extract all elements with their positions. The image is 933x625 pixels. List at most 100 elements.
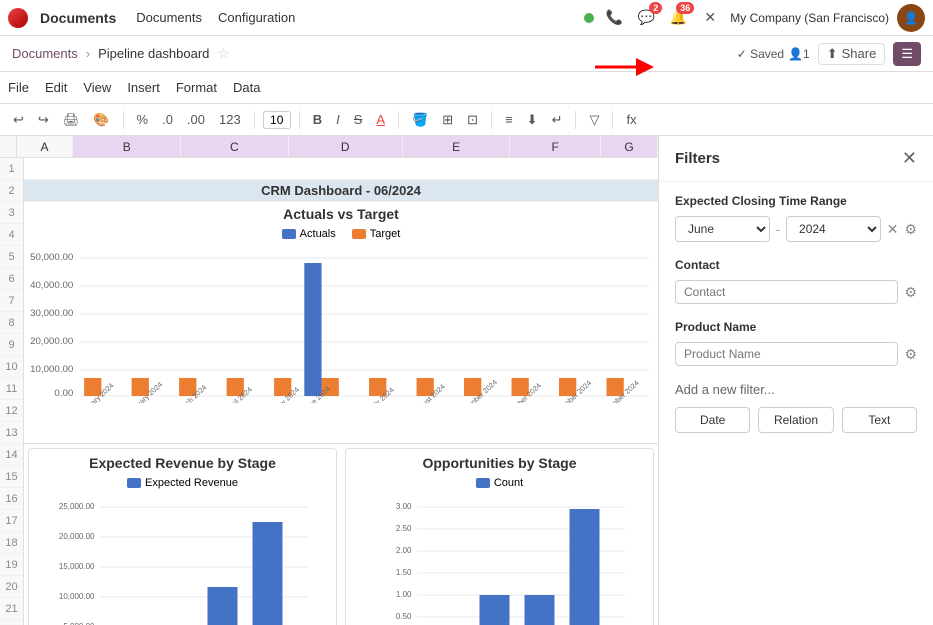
row-number-21: 21 <box>0 598 23 620</box>
dot0-button[interactable]: .0 <box>157 109 178 130</box>
actuals-vs-target-title: Actuals vs Target <box>28 206 654 222</box>
bold-button[interactable]: B <box>308 109 327 130</box>
formula-button[interactable]: fx <box>621 109 641 130</box>
filter-button[interactable]: ▽ <box>584 109 604 131</box>
share-button[interactable]: ⬆ Share <box>818 43 886 65</box>
legend-target: Target <box>352 228 401 240</box>
phone-icon[interactable]: 📞 <box>602 6 626 30</box>
opps-by-stage-chart: Opportunities by Stage Count 3.00 2.50 <box>345 448 654 625</box>
svg-text:10,000.00: 10,000.00 <box>30 364 73 374</box>
filter-product-row: ⚙ <box>675 342 917 366</box>
nav-configuration[interactable]: Configuration <box>218 10 295 25</box>
col-header-b[interactable]: B <box>73 136 181 158</box>
filters-title: Filters <box>675 150 720 167</box>
borders-button[interactable]: ⊞ <box>437 109 458 131</box>
close-icon[interactable]: ✕ <box>698 6 722 30</box>
row-number-13: 13 <box>0 422 23 444</box>
menu-format[interactable]: Format <box>176 80 217 95</box>
toolbar: ↩ ↪ 🖨 🎨 % .0 .00 123 B I S A 🪣 ⊞ ⊡ ≡ ⬇ ↵… <box>0 104 933 136</box>
text-filter-type-button[interactable]: Text <box>842 407 917 433</box>
svg-text:2.50: 2.50 <box>396 524 412 533</box>
filters-header: Filters ✕ <box>659 136 933 182</box>
row-number-12: 12 <box>0 400 23 422</box>
col-header-e[interactable]: E <box>403 136 511 158</box>
menu-edit[interactable]: Edit <box>45 80 67 95</box>
filter-date-row: June - 2024 ✕ ⚙ <box>675 216 917 242</box>
messages-icon[interactable]: 💬2 <box>634 6 658 30</box>
num123-button[interactable]: 123 <box>214 109 246 130</box>
date-filter-type-button[interactable]: Date <box>675 407 750 433</box>
col-header-f[interactable]: F <box>510 136 601 158</box>
month-select[interactable]: June <box>675 216 770 242</box>
valign-button[interactable]: ⬇ <box>522 109 543 131</box>
saved-badge: ✓ Saved 👤1 <box>737 47 810 61</box>
activity-icon[interactable]: 🔔36 <box>666 6 690 30</box>
align-button[interactable]: ≡ <box>500 109 518 130</box>
svg-text:20,000.00: 20,000.00 <box>30 336 73 346</box>
row-number-3: 3 <box>0 202 23 224</box>
print-button[interactable]: 🖨 <box>58 109 85 131</box>
product-filter-settings-button[interactable]: ⚙ <box>904 346 917 363</box>
filter-product-section: Product Name ⚙ <box>675 320 917 366</box>
font-color-button[interactable]: A <box>371 109 390 130</box>
fill-color-button[interactable]: 🪣 <box>407 109 433 131</box>
menu-file[interactable]: File <box>8 80 29 95</box>
revenue-svg: 25,000.00 20,000.00 15,000.00 10,000.00 … <box>35 497 330 625</box>
menu-data[interactable]: Data <box>233 80 260 95</box>
date-filter-settings-button[interactable]: ⚙ <box>904 221 917 238</box>
wrap-button[interactable]: ↵ <box>547 109 568 131</box>
breadcrumb-parent[interactable]: Documents <box>12 46 78 61</box>
clear-date-filter-button[interactable]: ✕ <box>887 221 899 238</box>
italic-button[interactable]: I <box>331 109 345 130</box>
main-area: A B C D E F G 12345678910111213141516171… <box>0 136 933 625</box>
svg-text:30,000.00: 30,000.00 <box>30 308 73 318</box>
dot00-button[interactable]: .00 <box>182 109 210 130</box>
menu-bar: File Edit View Insert Format Data <box>0 72 933 104</box>
svg-text:50,000.00: 50,000.00 <box>30 252 73 262</box>
row-number-10: 10 <box>0 356 23 378</box>
col-header-a[interactable]: A <box>17 136 74 158</box>
strikethrough-button[interactable]: S <box>349 109 368 130</box>
opps-legend: Count <box>352 477 647 489</box>
filter-contact-label: Contact <box>675 258 917 272</box>
product-filter-input[interactable] <box>675 342 898 366</box>
menu-insert[interactable]: Insert <box>127 80 160 95</box>
filters-body: Expected Closing Time Range June - 2024 … <box>659 182 933 625</box>
actuals-color <box>282 229 296 239</box>
filters-close-button[interactable]: ✕ <box>902 148 917 169</box>
font-size-input[interactable] <box>263 111 291 129</box>
col-header-d[interactable]: D <box>289 136 403 158</box>
filter-toggle-button[interactable]: ☰ <box>893 42 921 66</box>
favorite-icon[interactable]: ☆ <box>217 45 230 62</box>
undo-button[interactable]: ↩ <box>8 109 29 131</box>
opps-svg: 3.00 2.50 2.00 1.50 1.00 0.50 0.00 <box>352 497 647 625</box>
revenue-legend-color <box>127 478 141 488</box>
corner-cell <box>0 136 17 157</box>
row-1 <box>24 158 658 180</box>
relation-filter-type-button[interactable]: Relation <box>758 407 833 433</box>
col-header-c[interactable]: C <box>181 136 289 158</box>
col-header-g[interactable]: G <box>601 136 658 158</box>
row-number-22: 22 <box>0 620 23 625</box>
merge-button[interactable]: ⊡ <box>462 109 483 131</box>
row-number-8: 8 <box>0 312 23 334</box>
svg-text:0.50: 0.50 <box>396 612 412 621</box>
row-number-4: 4 <box>0 224 23 246</box>
nav-documents[interactable]: Documents <box>136 10 202 25</box>
user-avatar[interactable]: 👤 <box>897 4 925 32</box>
contact-filter-settings-button[interactable]: ⚙ <box>904 284 917 301</box>
row-number-7: 7 <box>0 290 23 312</box>
redo-button[interactable]: ↪ <box>33 109 54 131</box>
row-number-19: 19 <box>0 554 23 576</box>
year-select[interactable]: 2024 <box>786 216 881 242</box>
percent-button[interactable]: % <box>132 109 154 130</box>
paint-button[interactable]: 🎨 <box>88 109 114 131</box>
contact-filter-input[interactable] <box>675 280 898 304</box>
target-color <box>352 229 366 239</box>
opps-chart-title: Opportunities by Stage <box>352 455 647 471</box>
row-number-20: 20 <box>0 576 23 598</box>
filter-type-buttons: Date Relation Text <box>675 407 917 433</box>
svg-text:1.00: 1.00 <box>396 590 412 599</box>
row-number-18: 18 <box>0 532 23 554</box>
menu-view[interactable]: View <box>83 80 111 95</box>
